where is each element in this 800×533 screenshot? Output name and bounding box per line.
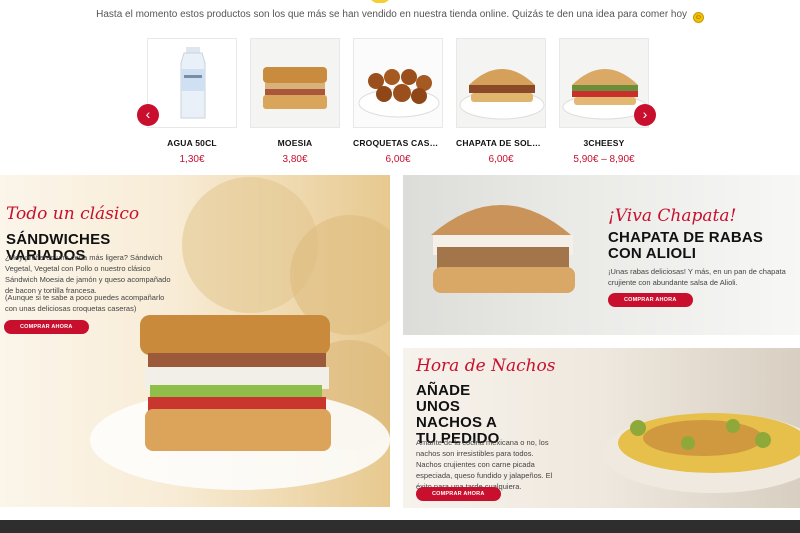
product-name[interactable]: CHAPATA DE SOLOMILLO C... [456,138,546,148]
sandwiches-buy-button[interactable]: COMPRAR AHORA [4,320,89,334]
product-card[interactable]: MOESIA 3,80€ [250,38,340,165]
intro-message: Hasta el momento estos productos son los… [96,9,688,20]
product-name[interactable]: CROQUETAS CASERAS [353,138,443,148]
footer-bar [0,520,800,533]
carousel-prev-button[interactable]: ‹ [137,104,159,126]
product-image-moesia[interactable] [250,38,340,128]
product-image-water[interactable] [147,38,237,128]
nachos-buy-button[interactable]: COMPRAR AHORA [416,487,501,501]
product-card[interactable]: AGUA 50CL 1,30€ [147,38,237,165]
chapata-script-title: ¡Viva Chapata! [608,206,737,226]
product-card[interactable]: CROQUETAS CASERAS 6,00€ [353,38,443,165]
sandwiches-description: ¿Hoy prefieres una cena más ligera? Sánd… [5,253,171,295]
promo-sandwiches: Todo un clásico SÁNDWICHES VARIADOS ¿Hoy… [0,175,390,507]
product-name[interactable]: AGUA 50CL [147,138,237,148]
promo-nachos: Hora de Nachos AÑADE UNOS NACHOS A TU PE… [403,348,800,508]
promo-chapata: ¡Viva Chapata! CHAPATA DE RABAS CON ALIO… [403,175,800,335]
carousel-next-button[interactable]: › [634,104,656,126]
sandwich-banner-image [90,177,390,490]
product-price: 1,30€ [179,154,205,165]
product-card[interactable]: CHAPATA DE SOLOMILLO C... 6,00€ [456,38,546,165]
sandwiches-note: (Aunque si te sabe a poco puedes acompañ… [5,293,165,313]
product-image-chapata[interactable] [456,38,546,128]
chevron-left-icon: ‹ [145,106,151,122]
chapata-description: ¡Unas rabas deliciosas! Y más, en un pan… [608,267,786,287]
smiley-decoration [369,0,391,3]
product-name[interactable]: 3CHEESY [559,138,649,148]
intro-text: Hasta el momento estos productos son los… [0,9,800,23]
chevron-right-icon: › [642,106,648,122]
sandwiches-script-title: Todo un clásico [6,204,140,224]
product-price: 5,90€ – 8,90€ [573,154,635,165]
smiley-icon: ☺ [692,12,704,23]
product-name[interactable]: MOESIA [250,138,340,148]
product-price: 6,00€ [488,154,514,165]
nachos-script-title: Hora de Nachos [416,356,556,376]
chapata-title: CHAPATA DE RABAS CON ALIOLI [608,229,764,262]
product-price: 6,00€ [385,154,411,165]
product-image-croquetas[interactable] [353,38,443,128]
product-card[interactable]: 3CHEESY 5,90€ – 8,90€ [559,38,649,165]
bestsellers-carousel: AGUA 50CL 1,30€ MOESIA 3,80€ CROQUETAS C… [147,38,649,168]
product-price: 3,80€ [282,154,308,165]
nachos-description: Amante de la cocina mexicana o no, los n… [416,438,553,491]
chapata-buy-button[interactable]: COMPRAR AHORA [608,293,693,307]
